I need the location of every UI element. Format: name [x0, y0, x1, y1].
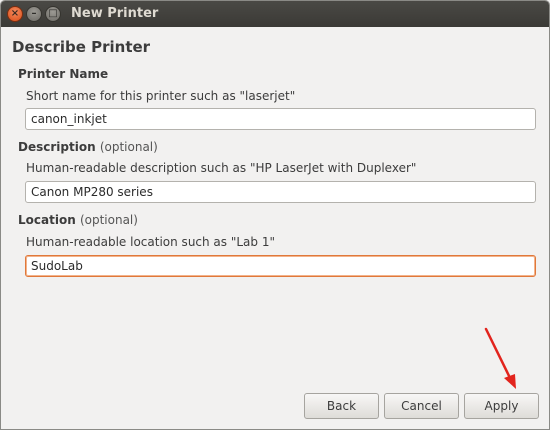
minimize-window-button[interactable]: – — [26, 6, 42, 22]
maximize-window-button[interactable]: □ — [45, 6, 61, 22]
description-input[interactable] — [25, 181, 536, 203]
window-title: New Printer — [71, 6, 159, 21]
location-optional-text: (optional) — [79, 213, 138, 227]
back-button[interactable]: Back — [304, 393, 379, 419]
close-window-button[interactable]: × — [7, 6, 23, 22]
printer-name-label-text: Printer Name — [18, 67, 109, 81]
printer-name-hint: Short name for this printer such as "las… — [26, 89, 296, 103]
location-hint: Human-readable location such as "Lab 1" — [26, 235, 275, 249]
description-label: Description (optional) — [18, 140, 158, 154]
red-arrow-icon — [484, 327, 516, 389]
page-heading: Describe Printer — [12, 38, 151, 56]
printer-name-input[interactable] — [25, 108, 536, 130]
titlebar: × – □ New Printer — [1, 1, 549, 27]
cancel-button[interactable]: Cancel — [384, 393, 459, 419]
printer-name-label: Printer Name — [18, 67, 108, 81]
location-label: Location (optional) — [18, 213, 138, 227]
description-label-text: Description — [18, 140, 96, 154]
new-printer-dialog: × – □ New Printer Describe Printer Print… — [0, 0, 550, 430]
location-input[interactable] — [25, 255, 536, 277]
description-optional-text: (optional) — [99, 140, 158, 154]
apply-button[interactable]: Apply — [464, 393, 539, 419]
location-label-text: Location — [18, 213, 76, 227]
description-hint: Human-readable description such as "HP L… — [26, 161, 417, 175]
